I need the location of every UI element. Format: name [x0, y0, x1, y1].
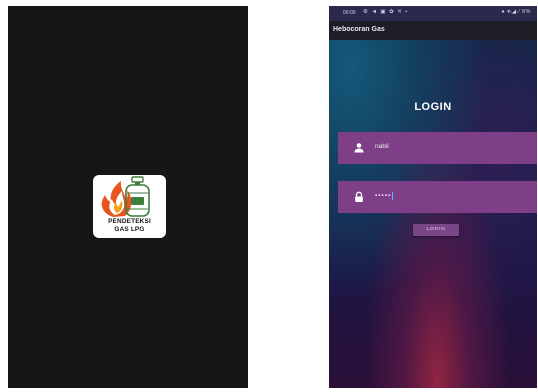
lock-icon [355, 191, 363, 202]
login-button[interactable]: LOGIN [413, 224, 459, 236]
person-icon [354, 143, 364, 153]
logo-text-line1: PENDETEKSI [108, 218, 151, 225]
username-field[interactable]: nabil [338, 132, 537, 164]
app-logo: PENDETEKSI GAS LPG [93, 175, 166, 238]
password-dots: ••••• [375, 192, 392, 200]
password-value[interactable]: ••••• [375, 192, 394, 200]
app-bar: Hebocoran Gas [329, 21, 537, 40]
username-value[interactable]: nabil [375, 143, 389, 150]
app-title: Hebocoran Gas [333, 26, 385, 33]
splash-screen: PENDETEKSI GAS LPG [8, 6, 248, 388]
logo-text-line2: GAS LPG [114, 226, 145, 233]
password-field[interactable]: ••••• [338, 181, 537, 213]
text-caret [392, 192, 394, 200]
notification-icons: ⚙ ◄ ▣ ✿ ✕ • [363, 9, 409, 15]
system-status-icons: ● ▾ᵢ◢ ⁄ 8% [501, 9, 531, 15]
status-time: 00:00 [343, 10, 356, 16]
status-bar: 00:00 ⚙ ◄ ▣ ✿ ✕ • ● ▾ᵢ◢ ⁄ 8% [329, 6, 537, 21]
login-screen: 00:00 ⚙ ◄ ▣ ✿ ✕ • ● ▾ᵢ◢ ⁄ 8% Hebocoran G… [329, 6, 537, 388]
gas-cylinder-flame-icon [101, 176, 150, 217]
login-heading: LOGIN [414, 101, 452, 113]
